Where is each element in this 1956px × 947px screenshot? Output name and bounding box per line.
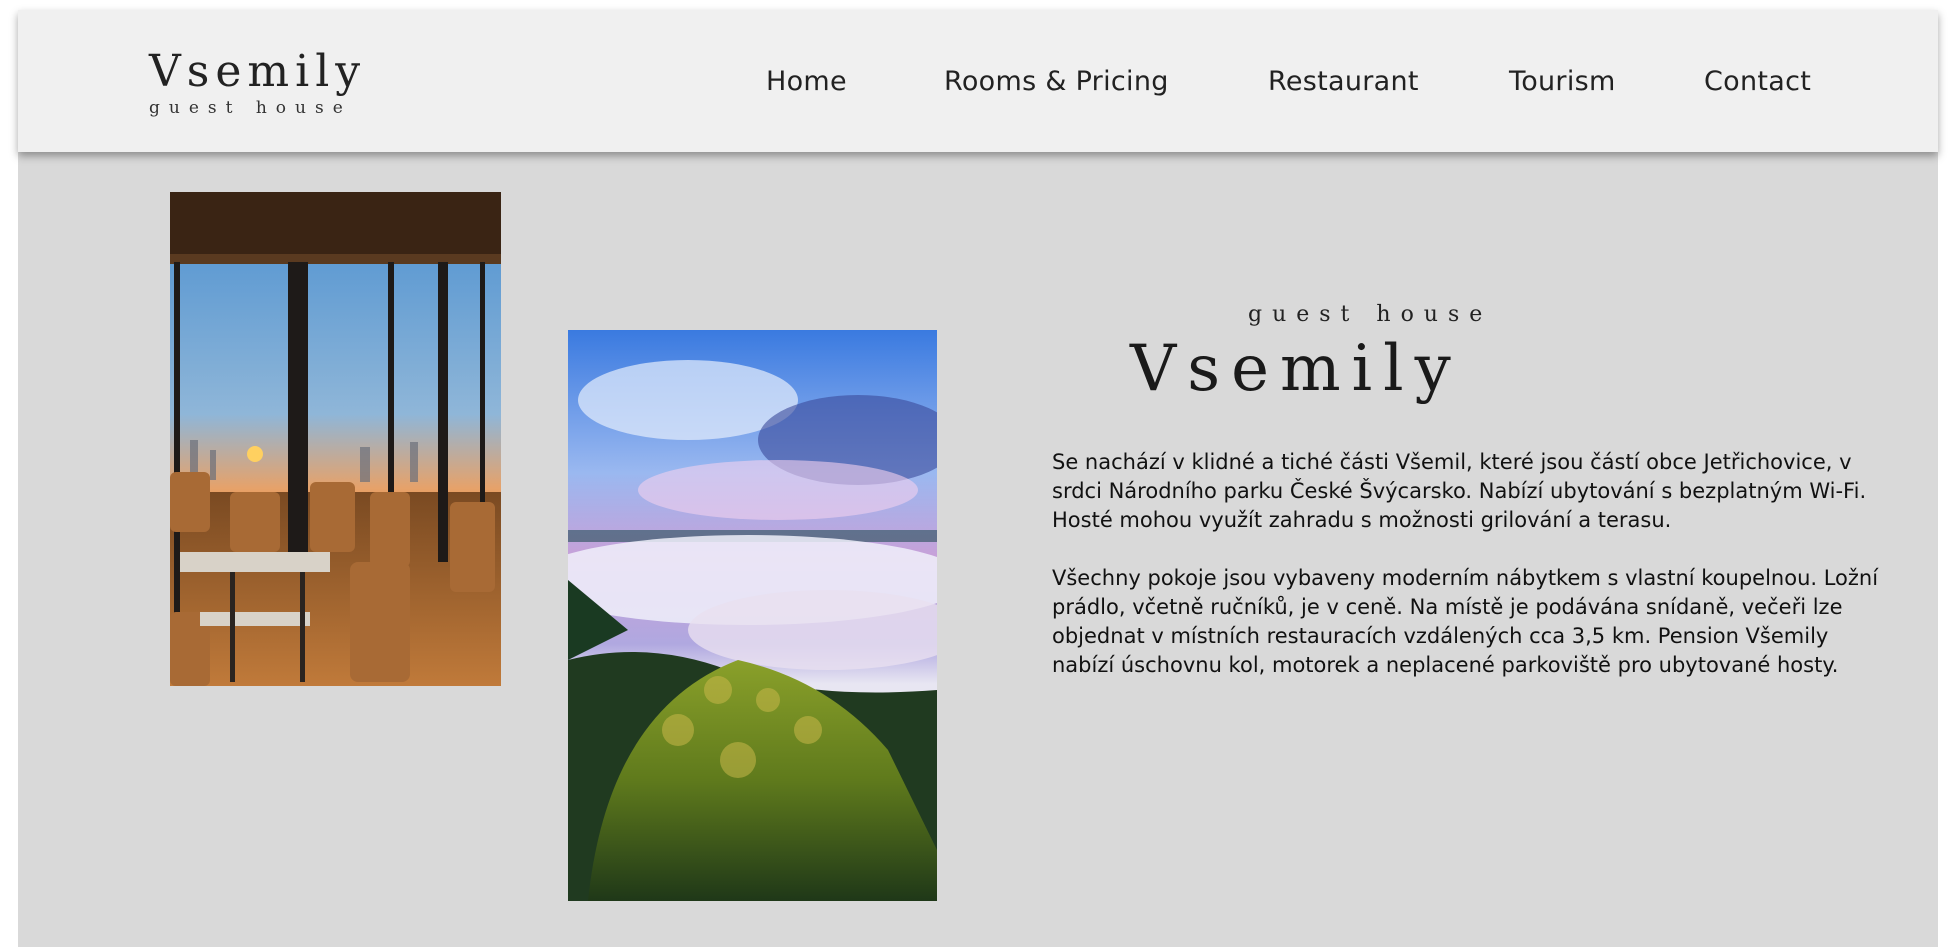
hero-description: Se nachází v klidné a tiché části Všemil…: [1052, 448, 1882, 709]
logo-subtitle: guest house: [149, 98, 352, 118]
restaurant-photo: [170, 192, 501, 686]
page-frame: Vsemily guest house Home Rooms & Pricing…: [18, 10, 1938, 947]
description-paragraph-2: Všechny pokoje jsou vybaveny moderním ná…: [1052, 566, 1879, 677]
logo-name: Vsemily: [149, 46, 367, 97]
site-header: Vsemily guest house Home Rooms & Pricing…: [18, 10, 1938, 152]
hero-subtitle: guest house: [1248, 302, 1493, 327]
description-paragraph-1: Se nachází v klidné a tiché části Všemil…: [1052, 450, 1867, 532]
landscape-photo: [568, 330, 937, 901]
nav-contact[interactable]: Contact: [1704, 66, 1811, 97]
nav-restaurant[interactable]: Restaurant: [1268, 66, 1419, 97]
site-logo[interactable]: Vsemily guest house: [149, 46, 367, 119]
nav-tourism[interactable]: Tourism: [1509, 66, 1616, 97]
nav-rooms-pricing[interactable]: Rooms & Pricing: [944, 66, 1169, 97]
hero-title: Vsemily: [1130, 332, 1462, 406]
nav-home[interactable]: Home: [766, 66, 847, 97]
